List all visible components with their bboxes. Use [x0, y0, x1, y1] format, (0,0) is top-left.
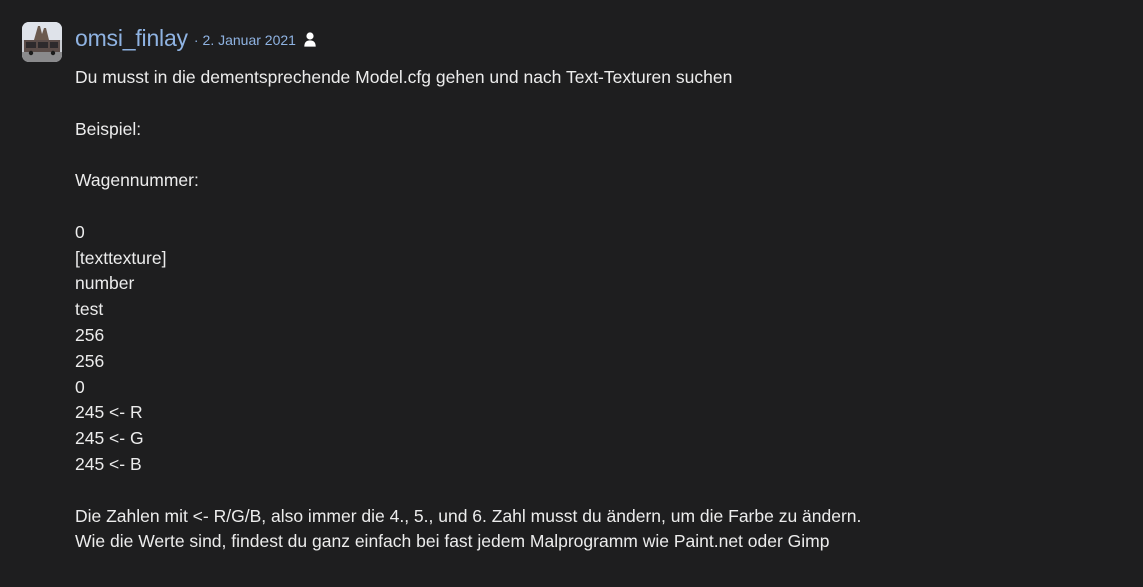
- post-text-line: Du musst in die dementsprechende Model.c…: [75, 67, 733, 87]
- header-separator: ·: [193, 32, 199, 48]
- post-text-line: 0: [75, 376, 85, 397]
- post-text-line: 245 <- B: [75, 453, 142, 474]
- post-text-line: 256: [75, 350, 105, 371]
- post-text-line: [75, 194, 861, 220]
- post-text-line: [75, 91, 861, 117]
- post-date[interactable]: 2. Januar 2021: [203, 32, 296, 48]
- post-text-line: Beispiel:: [75, 118, 142, 139]
- avatar-bus-photo-icon: [22, 22, 62, 62]
- post-text-line: 245 <- R: [75, 402, 143, 423]
- post-text-line: Die Zahlen mit <- R/G/B, also immer die …: [75, 505, 862, 526]
- post-content: Du musst in die dementsprechende Model.c…: [75, 65, 861, 555]
- post-text-line: Wagennummer:: [75, 170, 199, 191]
- avatar[interactable]: [22, 22, 62, 62]
- post-text-line: number: [75, 273, 135, 294]
- author-link[interactable]: omsi_finlay: [75, 25, 188, 52]
- post-header: omsi_finlay · 2. Januar 2021: [75, 20, 316, 56]
- post-text-line: 245 <- G: [75, 428, 144, 449]
- post-text-line: [75, 142, 861, 168]
- post-text-line: [75, 478, 861, 504]
- post-text-line: [texttexture]: [75, 247, 167, 268]
- post-text-line: test: [75, 299, 104, 320]
- post-text-line: Wie die Werte sind, findest du ganz einf…: [75, 531, 830, 552]
- post-text-line: 0: [75, 221, 85, 242]
- user-icon[interactable]: [304, 32, 316, 47]
- post-text-line: 256: [75, 324, 105, 345]
